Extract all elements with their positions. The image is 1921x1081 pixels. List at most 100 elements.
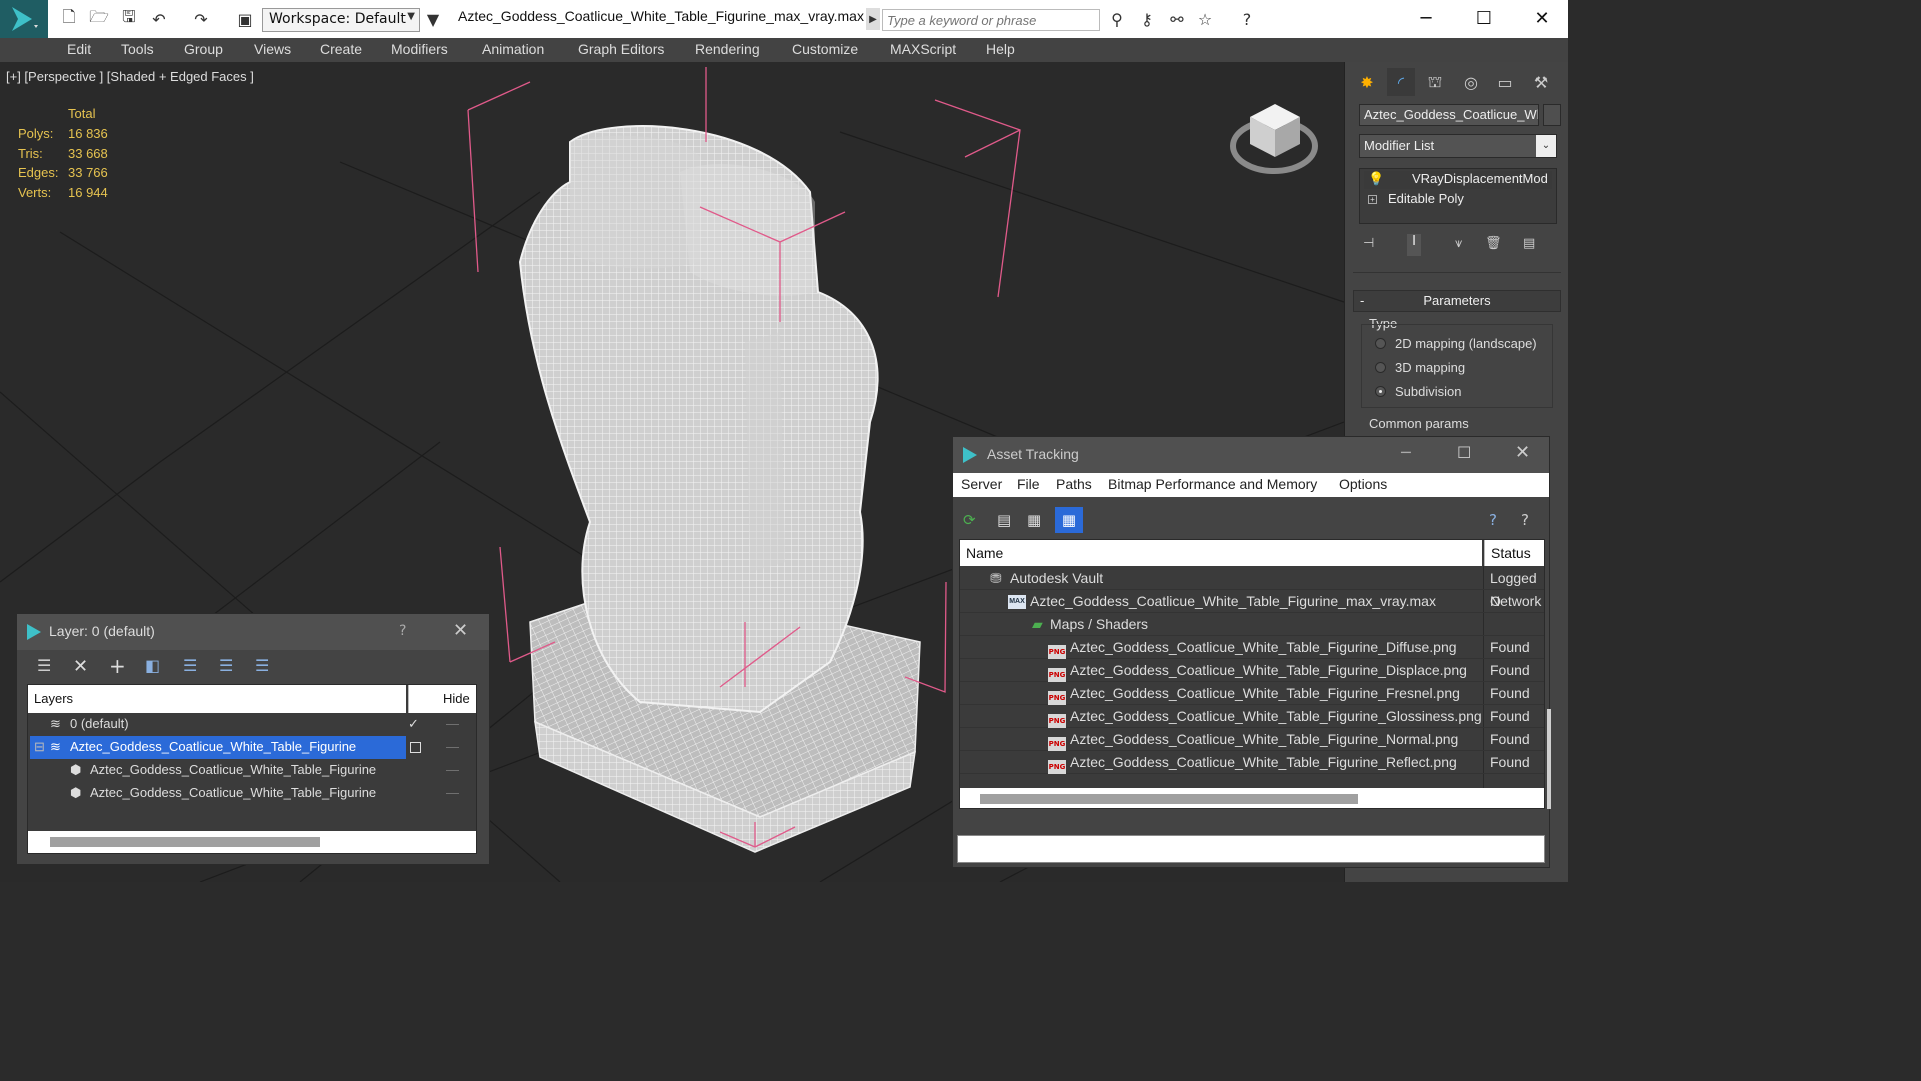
layer-help-button[interactable]: ? [399,623,406,639]
menu-edit[interactable]: Edit [67,41,91,57]
thumbnail-view-icon[interactable]: ▦ [1027,511,1041,529]
asset-row[interactable]: PNG Aztec_Goddess_Coatlicue_White_Table_… [960,636,1544,659]
table-view-icon[interactable]: ▦ [1055,507,1083,533]
highlight-layer-icon[interactable]: ☰ [219,656,233,675]
menu-options[interactable]: Options [1339,476,1387,492]
object-name-field[interactable]: Aztec_Goddess_Coatlicue_White [1359,104,1539,126]
redo-icon[interactable]: ↷ [190,8,212,30]
layer-window-titlebar[interactable]: Layer: 0 (default) ? ✕ [17,614,489,650]
figurine-model[interactable] [518,125,921,853]
project-icon[interactable]: ▣ [234,8,256,30]
view-cube[interactable] [1230,104,1318,174]
add-layer-icon[interactable]: + [109,654,126,678]
menu-animation[interactable]: Animation [482,41,544,57]
object-color-swatch[interactable] [1543,104,1561,126]
stack-item-vraydisplacementmod[interactable]: 💡 VRayDisplacementMod [1364,171,1552,189]
pin-stack-icon[interactable]: ⊣ [1363,236,1374,251]
vertical-scrollbar[interactable] [1547,709,1551,809]
configure-sets-icon[interactable]: ▤ [1523,236,1535,251]
col-status-header[interactable]: Status [1484,540,1544,566]
refresh-icon[interactable]: ⟳ [963,511,976,529]
motion-tab-icon[interactable]: ◎ [1457,68,1485,96]
asset-path-field[interactable] [957,835,1545,863]
layer-close-button[interactable]: ✕ [453,620,468,641]
layers-toggle-icon[interactable]: ☰ [37,656,51,675]
hide-all-layers-icon[interactable]: ☰ [255,656,269,675]
modify-tab-icon[interactable]: ◜ [1387,68,1415,96]
parameters-rollout-header[interactable]: - Parameters [1353,290,1561,312]
binoculars-icon[interactable]: ⚲ [1106,8,1128,30]
horizontal-scrollbar[interactable] [28,831,476,853]
collapse-icon[interactable]: ⊟ [34,736,45,758]
col-layers-header[interactable]: Layers [28,685,406,713]
undo-icon[interactable]: ↶ [148,8,170,30]
hide-toggle-icon[interactable]: — [446,736,459,758]
hide-toggle-icon[interactable]: — [446,782,459,804]
open-file-icon[interactable]: 🗁 [88,7,110,30]
asset-row[interactable]: PNG Aztec_Goddess_Coatlicue_White_Table_… [960,751,1544,774]
help-icon[interactable]: ? [1236,8,1258,30]
menu-create[interactable]: Create [320,41,362,57]
menu-file[interactable]: File [1017,476,1040,492]
asset-row[interactable]: ▰ Maps / Shaders [960,613,1544,636]
menu-graph-editors[interactable]: Graph Editors [578,41,664,57]
layer-row[interactable]: ⬢ Aztec_Goddess_Coatlicue_White_Table_Fi… [28,782,476,805]
display-tab-icon[interactable]: ▭ [1491,68,1519,96]
layer-row[interactable]: ≋ 0 (default) ✓ — [28,713,476,736]
maximize-button[interactable]: ☐ [1464,4,1504,34]
app-menu-button[interactable] [0,0,48,38]
lightbulb-icon[interactable]: 💡 [1368,171,1384,187]
menu-server[interactable]: Server [961,476,1002,492]
minimize-button[interactable]: ─ [1406,4,1446,34]
asset-row[interactable]: PNG Aztec_Goddess_Coatlicue_White_Table_… [960,682,1544,705]
select-layer-objects-icon[interactable]: ☰ [183,656,197,675]
asset-row[interactable]: MAX Aztec_Goddess_Coatlicue_White_Table_… [960,590,1544,613]
asset-row[interactable]: PNG Aztec_Goddess_Coatlicue_White_Table_… [960,705,1544,728]
expand-arrow-icon[interactable]: ▶ [866,8,880,30]
delete-layer-icon[interactable]: ✕ [73,656,88,677]
radio-2d-mapping[interactable] [1375,338,1386,349]
hide-toggle-icon[interactable]: — [446,759,459,781]
radio-3d-mapping[interactable] [1375,362,1386,373]
menu-tools[interactable]: Tools [121,41,154,57]
col-hide-header[interactable]: Hide [408,685,476,713]
maximize-button[interactable]: ☐ [1457,443,1471,462]
key-icon[interactable]: ⚷ [1136,8,1158,30]
new-file-icon[interactable]: 🗋 [58,7,80,30]
list-view-icon[interactable]: ▤ [997,511,1011,529]
modifier-list-dropdown[interactable]: Modifier List ⌄ [1359,134,1557,158]
minimize-button[interactable]: ─ [1401,443,1411,462]
sign-in-icon[interactable]: ⚯ [1166,8,1188,30]
layer-row[interactable]: ⬢ Aztec_Goddess_Coatlicue_White_Table_Fi… [28,759,476,782]
menu-help[interactable]: Help [986,41,1015,57]
scrollbar-thumb[interactable] [50,837,320,847]
asset-row[interactable]: ⛃ Autodesk Vault Logged O [960,567,1544,609]
remove-modifier-icon[interactable]: 🗑 [1485,236,1502,251]
viewport-label[interactable]: [+] [Perspective ] [Shaded + Edged Faces… [6,69,254,84]
menu-views[interactable]: Views [254,41,291,57]
hide-toggle-icon[interactable]: — [446,713,459,735]
make-unique-icon[interactable]: ⩛ [1455,236,1462,251]
vault-help-icon[interactable]: ? [1489,511,1497,529]
utilities-tab-icon[interactable]: ⚒ [1527,68,1555,96]
hierarchy-tab-icon[interactable]: ⛫ [1421,68,1449,96]
show-end-result-icon[interactable]: I [1407,234,1421,256]
menu-group[interactable]: Group [184,41,223,57]
layer-row[interactable]: ⊟ ≋ Aztec_Goddess_Coatlicue_White_Table_… [28,736,476,759]
workspace-dropdown[interactable]: Workspace: Default ▼ [262,8,420,32]
col-name-header[interactable]: Name [960,540,1482,566]
expand-icon[interactable]: + [1368,195,1377,204]
menu-paths[interactable]: Paths [1056,476,1092,492]
stack-item-editable-poly[interactable]: + Editable Poly [1364,191,1552,209]
close-button[interactable]: ✕ [1522,4,1562,34]
menu-modifiers[interactable]: Modifiers [391,41,448,57]
asset-window-titlebar[interactable]: Asset Tracking ─ ☐ ✕ [953,437,1549,473]
menu-customize[interactable]: Customize [792,41,858,57]
save-icon[interactable]: 🖫 [118,7,140,30]
vault-help-alt-icon[interactable]: ? [1521,511,1529,529]
menu-rendering[interactable]: Rendering [695,41,760,57]
asset-row[interactable]: PNG Aztec_Goddess_Coatlicue_White_Table_… [960,728,1544,751]
asset-row[interactable]: PNG Aztec_Goddess_Coatlicue_White_Table_… [960,659,1544,682]
menu-bitmap-performance[interactable]: Bitmap Performance and Memory [1108,476,1317,492]
horizontal-scrollbar[interactable] [960,788,1544,808]
